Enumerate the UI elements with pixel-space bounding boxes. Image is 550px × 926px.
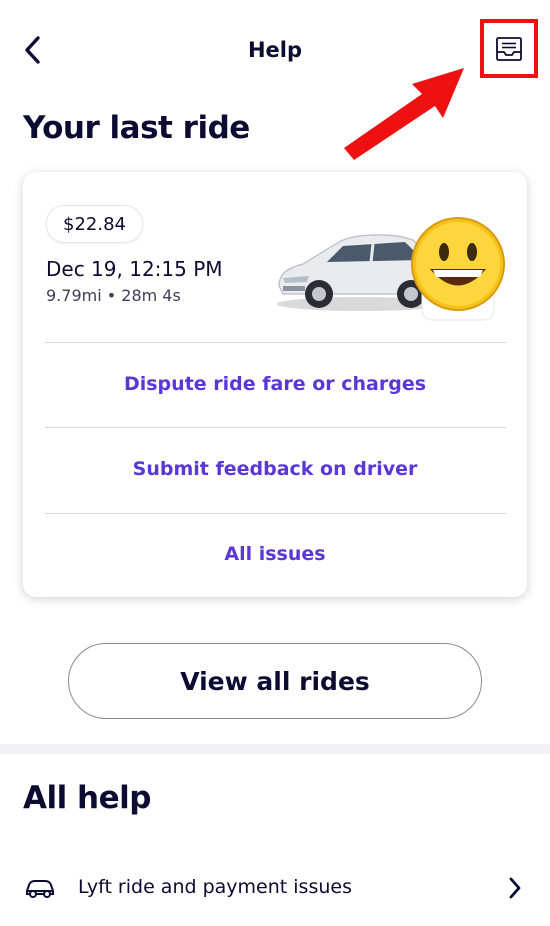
driver-avatar [411,217,505,321]
all-issues-link[interactable]: All issues [23,543,527,565]
divider [45,513,506,514]
divider [45,427,506,428]
page-title: Help [247,38,303,62]
fare-badge: $22.84 [46,205,143,243]
inbox-button[interactable] [480,19,538,78]
divider [45,342,506,343]
driver-feedback-link[interactable]: Submit feedback on driver [23,458,527,480]
ride-stats: 9.79mi • 28m 4s [46,286,181,305]
annotation-arrow [344,68,464,160]
dispute-fare-link[interactable]: Dispute ride fare or charges [23,373,527,395]
car-icon [26,880,54,898]
section-separator [0,744,550,754]
inbox-icon [496,36,522,61]
help-item-label: Lyft ride and payment issues [78,876,352,898]
help-item-ride-payment[interactable]: Lyft ride and payment issues [0,860,550,916]
last-ride-heading: Your last ride [23,110,250,146]
view-all-rides-button[interactable]: View all rides [68,643,482,719]
last-ride-card: $22.84 Dec 19, 12:15 PM 9.79mi • 28m 4s … [23,172,527,597]
all-help-heading: All help [23,780,151,816]
ride-date: Dec 19, 12:15 PM [46,257,223,281]
chevron-right-icon [509,877,521,899]
